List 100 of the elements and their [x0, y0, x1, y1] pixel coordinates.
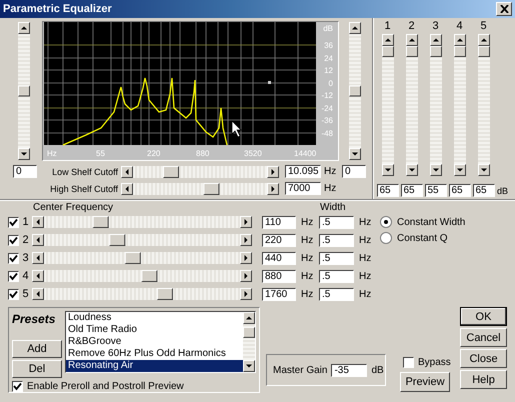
band-slider[interactable] — [382, 34, 394, 176]
input-field[interactable]: 65 — [376, 184, 398, 197]
scroll-left-button[interactable] — [32, 270, 44, 282]
input-field[interactable]: 7000 — [285, 182, 321, 195]
input-field[interactable]: 65 — [400, 184, 422, 197]
list-scrollbar[interactable] — [243, 312, 255, 372]
gain-slider[interactable] — [18, 22, 30, 160]
checkbox[interactable] — [8, 216, 19, 228]
help-button[interactable]: Help — [460, 370, 507, 389]
list-item[interactable]: Resonating Air — [66, 360, 243, 372]
list-item[interactable]: Loudness — [66, 312, 243, 324]
scroll-up-button[interactable] — [243, 312, 255, 324]
input-field[interactable]: 0 — [342, 165, 366, 178]
input-field[interactable]: -35 — [331, 364, 368, 376]
input-field[interactable]: 1760 — [262, 288, 296, 300]
slider-thumb[interactable] — [92, 216, 109, 228]
scroll-right-button[interactable] — [240, 216, 252, 228]
scroll-down-button[interactable] — [243, 360, 255, 372]
checkbox[interactable] — [403, 357, 414, 368]
band-slider[interactable] — [406, 34, 418, 176]
scroll-up-button[interactable] — [382, 34, 394, 46]
horizontal-slider[interactable] — [121, 182, 279, 194]
preset-list[interactable]: Loudness Old Time Radio R&BGroove Remove 60Hz Plus Odd Harmonics Resonating Air — [65, 311, 256, 373]
scroll-right-button[interactable] — [267, 166, 279, 178]
scroll-down-button[interactable] — [430, 164, 442, 176]
slider-thumb[interactable] — [478, 46, 490, 57]
input-field[interactable]: 55 — [424, 184, 446, 197]
radio-button[interactable] — [380, 216, 392, 228]
scroll-right-button[interactable] — [240, 288, 252, 300]
scroll-down-button[interactable] — [406, 164, 418, 176]
scroll-right-button[interactable] — [267, 182, 279, 194]
list-item[interactable]: R&BGroove — [66, 336, 243, 348]
dialog-button[interactable]: Close — [460, 349, 507, 368]
slider-thumb[interactable] — [454, 46, 466, 57]
radio-button[interactable] — [380, 232, 392, 244]
checkbox[interactable] — [8, 270, 19, 282]
checkbox[interactable] — [12, 381, 23, 392]
scroll-up-button[interactable] — [349, 22, 361, 34]
dialog-button[interactable]: Cancel — [460, 328, 507, 347]
scroll-down-button[interactable] — [349, 148, 361, 160]
scroll-right-button[interactable] — [240, 270, 252, 282]
input-field[interactable]: .5 — [319, 216, 354, 228]
scroll-down-button[interactable] — [18, 148, 30, 160]
slider-thumb[interactable] — [125, 252, 141, 264]
band-slider[interactable] — [454, 34, 466, 176]
slider-thumb[interactable] — [204, 182, 220, 194]
input-field[interactable]: .5 — [319, 252, 354, 264]
input-field[interactable]: 0 — [13, 165, 37, 178]
input-field[interactable]: 110 — [262, 216, 296, 228]
scroll-up-button[interactable] — [430, 34, 442, 46]
preset-button[interactable]: Add — [12, 340, 62, 358]
scroll-down-button[interactable] — [382, 164, 394, 176]
scroll-left-button[interactable] — [32, 216, 44, 228]
gain-slider[interactable] — [349, 22, 361, 160]
input-field[interactable]: 65 — [448, 184, 470, 197]
list-item[interactable]: Remove 60Hz Plus Odd Harmonics — [66, 348, 243, 360]
slider-thumb[interactable] — [162, 166, 178, 178]
input-field[interactable]: 10.095 — [285, 165, 321, 178]
checkbox[interactable] — [8, 234, 19, 246]
input-field[interactable]: .5 — [319, 288, 354, 300]
input-field[interactable]: 65 — [472, 184, 494, 197]
scroll-up-button[interactable] — [406, 34, 418, 46]
horizontal-slider[interactable] — [32, 288, 252, 300]
scroll-left-button[interactable] — [32, 288, 44, 300]
scroll-left-button[interactable] — [121, 166, 133, 178]
close-button[interactable] — [496, 2, 512, 16]
scroll-down-button[interactable] — [478, 164, 490, 176]
band-slider[interactable] — [478, 34, 490, 176]
horizontal-slider[interactable] — [32, 234, 252, 246]
slider-thumb[interactable] — [406, 46, 418, 57]
band-slider[interactable] — [430, 34, 442, 176]
slider-thumb[interactable] — [18, 86, 30, 96]
input-field[interactable]: .5 — [319, 234, 354, 246]
slider-thumb[interactable] — [382, 46, 394, 57]
slider-thumb[interactable] — [349, 86, 361, 96]
list-item[interactable]: Old Time Radio — [66, 324, 243, 336]
slider-thumb[interactable] — [243, 326, 255, 338]
scroll-left-button[interactable] — [121, 182, 133, 194]
horizontal-slider[interactable] — [32, 216, 252, 228]
slider-thumb[interactable] — [430, 46, 442, 57]
scroll-up-button[interactable] — [18, 22, 30, 34]
slider-thumb[interactable] — [141, 270, 158, 282]
horizontal-slider[interactable] — [121, 166, 279, 178]
input-field[interactable]: 220 — [262, 234, 296, 246]
preset-button[interactable]: Del — [12, 360, 62, 378]
input-field[interactable]: 880 — [262, 270, 296, 282]
horizontal-slider[interactable] — [32, 252, 252, 264]
preview-button[interactable]: Preview — [400, 372, 450, 392]
scroll-down-button[interactable] — [454, 164, 466, 176]
radio-option[interactable]: Constant Q — [380, 232, 466, 244]
scroll-left-button[interactable] — [32, 234, 44, 246]
checkbox[interactable] — [8, 252, 19, 264]
radio-option[interactable]: Constant Width — [380, 216, 466, 228]
scroll-up-button[interactable] — [478, 34, 490, 46]
checkbox[interactable] — [8, 288, 19, 300]
scroll-left-button[interactable] — [32, 252, 44, 264]
scroll-up-button[interactable] — [454, 34, 466, 46]
slider-thumb[interactable] — [108, 234, 125, 246]
dialog-button[interactable]: OK — [460, 307, 507, 326]
scroll-right-button[interactable] — [240, 252, 252, 264]
